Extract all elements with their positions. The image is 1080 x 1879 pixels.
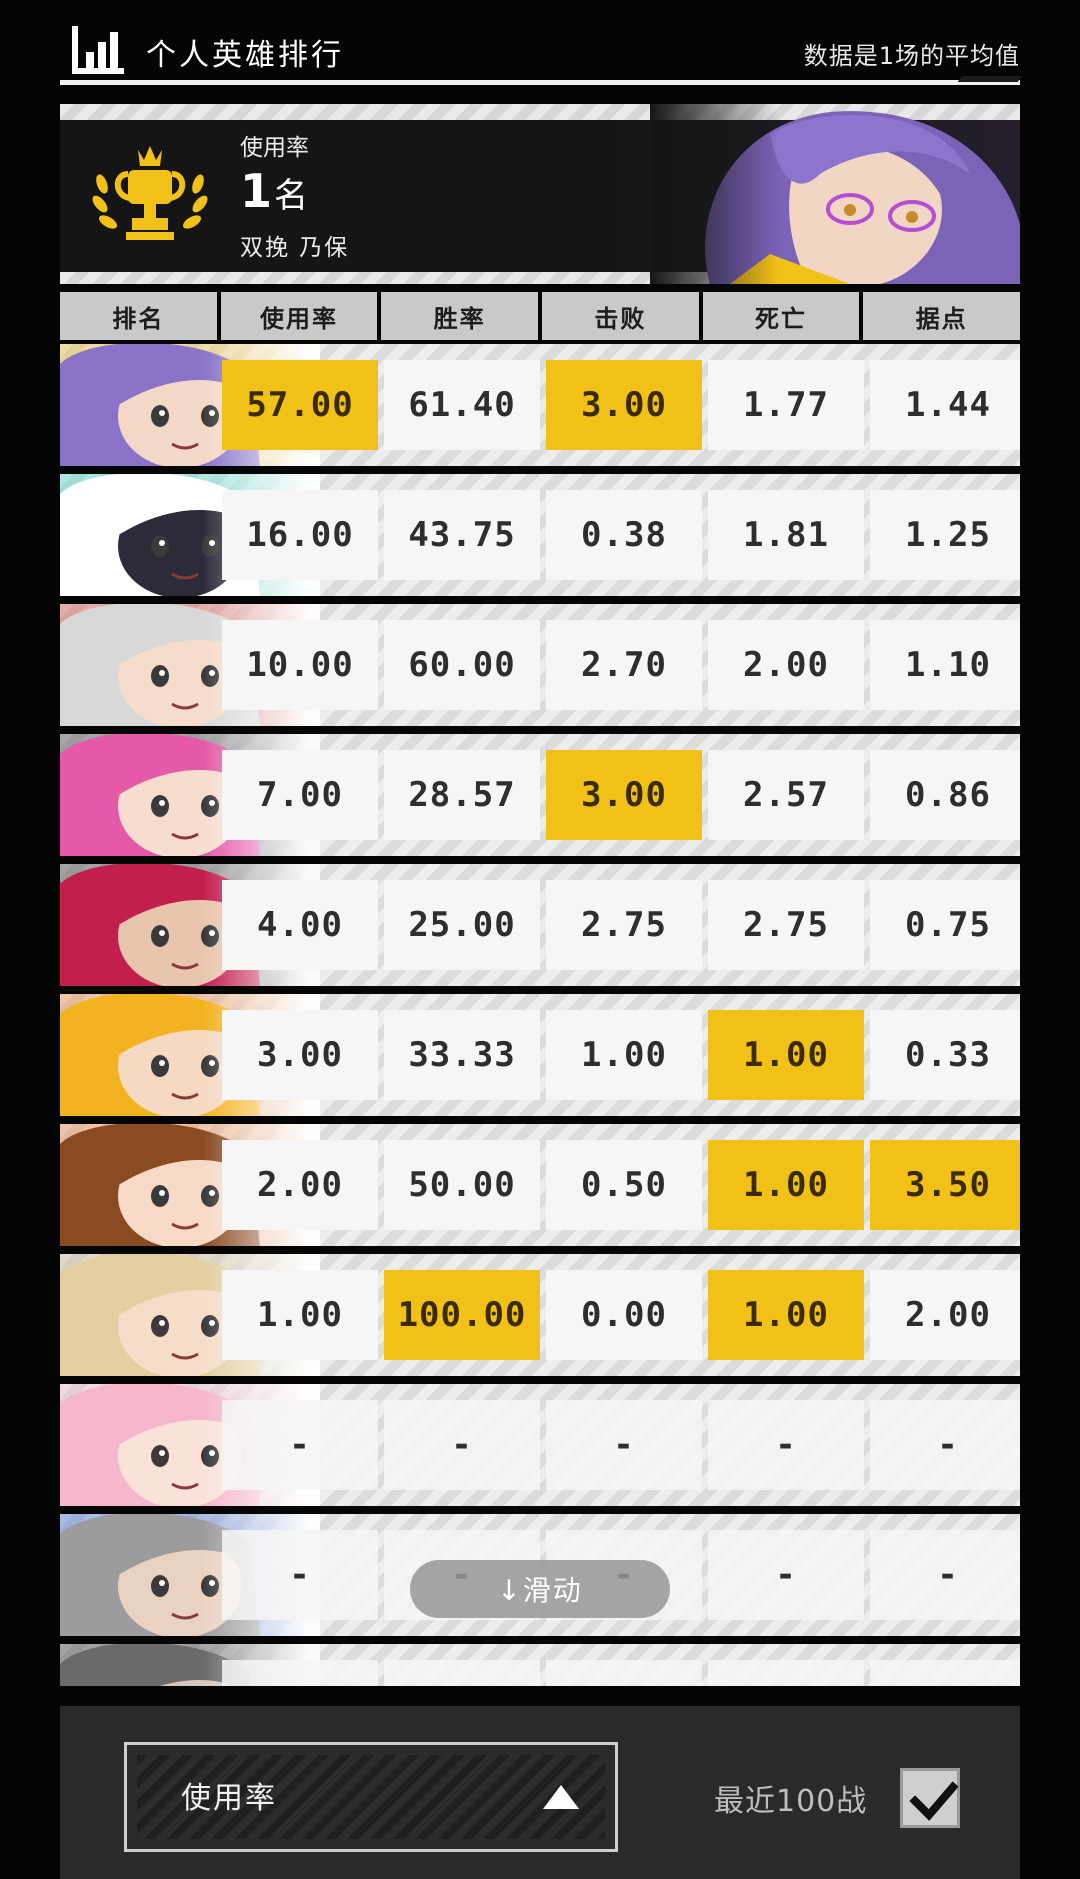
recent-battles-label: 最近100战 bbox=[714, 1784, 868, 1819]
stat-cell-points: 0.86 bbox=[870, 750, 1020, 840]
stat-cell-kills: 0.38 bbox=[546, 490, 702, 580]
page-header: 个人英雄排行 数据是1场的平均值 bbox=[60, 18, 1023, 88]
top-hero-banner: 使用率 1名 双挽 乃保 bbox=[60, 104, 1020, 284]
table-row[interactable] bbox=[60, 1644, 1020, 1686]
sort-by-value: 使用率 bbox=[181, 1781, 277, 1816]
table-row[interactable]: 16.00 43.75 0.38 1.81 1.25 bbox=[60, 474, 1020, 596]
stat-cell-kills: 2.70 bbox=[546, 620, 702, 710]
column-header-deaths[interactable]: 死亡 bbox=[702, 292, 860, 340]
banner-rank: 1名 bbox=[240, 164, 308, 218]
stat-cell-deaths: 1.00 bbox=[708, 1010, 864, 1100]
stat-cell-deaths: 1.77 bbox=[708, 360, 864, 450]
stat-cell-usage: 2.00 bbox=[222, 1140, 378, 1230]
column-header-winrate[interactable]: 胜率 bbox=[381, 292, 539, 340]
column-header-kills[interactable]: 击败 bbox=[542, 292, 699, 340]
stat-cell-kills: 0.00 bbox=[546, 1270, 702, 1360]
triangle-up-icon bbox=[543, 1785, 579, 1809]
table-row[interactable]: 1.00 100.00 0.00 1.00 2.00 bbox=[60, 1254, 1020, 1376]
rank-number: 1 bbox=[240, 164, 273, 218]
hero-ranking-list[interactable]: 57.00 61.40 3.00 1.77 1.44 16.00 43.75 0.38 1.81… bbox=[60, 344, 1020, 1686]
stat-cell-usage: - bbox=[222, 1400, 378, 1490]
stat-cell-points: 1.25 bbox=[870, 490, 1020, 580]
stat-cell-winrate: - bbox=[384, 1400, 540, 1490]
stat-cell-deaths: - bbox=[708, 1400, 864, 1490]
stat-cell-deaths bbox=[708, 1660, 864, 1686]
stat-cell-deaths: - bbox=[708, 1530, 864, 1620]
table-row[interactable]: 4.00 25.00 2.75 2.75 0.75 bbox=[60, 864, 1020, 986]
header-divider bbox=[60, 80, 1020, 85]
stat-cell-points: - bbox=[870, 1530, 1020, 1620]
banner-hero-name: 双挽 乃保 bbox=[240, 235, 350, 261]
header-divider-accent bbox=[957, 76, 1023, 82]
table-row[interactable]: 10.00 60.00 2.70 2.00 1.10 bbox=[60, 604, 1020, 726]
stat-cell-kills bbox=[546, 1660, 702, 1686]
stat-cell-usage: - bbox=[222, 1530, 378, 1620]
stat-cell-usage: 1.00 bbox=[222, 1270, 378, 1360]
data-note: 数据是1场的平均值 bbox=[803, 42, 1020, 70]
stat-cell-kills: 2.75 bbox=[546, 880, 702, 970]
stat-cell-winrate bbox=[384, 1660, 540, 1686]
bar-chart-icon bbox=[72, 26, 124, 74]
stat-cell-usage: 3.00 bbox=[222, 1010, 378, 1100]
column-header-points[interactable]: 据点 bbox=[863, 292, 1021, 340]
stat-cell-winrate: 25.00 bbox=[384, 880, 540, 970]
stat-cell-winrate: 100.00 bbox=[384, 1270, 540, 1360]
column-header-rank[interactable]: 排名 bbox=[60, 292, 217, 340]
stat-cell-usage: 4.00 bbox=[222, 880, 378, 970]
stat-cell-points: 0.33 bbox=[870, 1010, 1020, 1100]
stat-cell-points: 3.50 bbox=[870, 1140, 1020, 1230]
stat-cell-deaths: 1.81 bbox=[708, 490, 864, 580]
stat-cell-winrate: 50.00 bbox=[384, 1140, 540, 1230]
trophy-icon bbox=[92, 146, 208, 240]
sort-by-dropdown[interactable]: 使用率 bbox=[124, 1742, 618, 1852]
stat-cell-winrate: 43.75 bbox=[384, 490, 540, 580]
stat-cell-points: 1.10 bbox=[870, 620, 1020, 710]
table-row[interactable]: 7.00 28.57 3.00 2.57 0.86 bbox=[60, 734, 1020, 856]
stat-cell-kills: 0.50 bbox=[546, 1140, 702, 1230]
table-row[interactable]: 2.00 50.00 0.50 1.00 3.50 bbox=[60, 1124, 1020, 1246]
stat-cell-deaths: 2.00 bbox=[708, 620, 864, 710]
table-row[interactable]: 57.00 61.40 3.00 1.77 1.44 bbox=[60, 344, 1020, 466]
stat-cell-deaths: 2.57 bbox=[708, 750, 864, 840]
column-header-usage[interactable]: 使用率 bbox=[220, 292, 378, 340]
stat-cell-winrate: 61.40 bbox=[384, 360, 540, 450]
stat-cell-kills: 3.00 bbox=[546, 750, 702, 840]
banner-stat-label: 使用率 bbox=[240, 135, 309, 161]
stat-cell-usage: 16.00 bbox=[222, 490, 378, 580]
stat-cell-usage: 10.00 bbox=[222, 620, 378, 710]
page-title: 个人英雄排行 bbox=[146, 38, 344, 73]
stat-cell-points: 0.75 bbox=[870, 880, 1020, 970]
footer-panel: 使用率 最近100战 bbox=[60, 1706, 1020, 1879]
stat-cell-deaths: 1.00 bbox=[708, 1270, 864, 1360]
stat-cell-points bbox=[870, 1660, 1020, 1686]
stat-cell-usage bbox=[222, 1660, 378, 1686]
rank-suffix: 名 bbox=[274, 176, 309, 216]
stat-cell-points: 1.44 bbox=[870, 360, 1020, 450]
stat-cell-kills: 3.00 bbox=[546, 360, 702, 450]
stat-cell-points: 2.00 bbox=[870, 1270, 1020, 1360]
hero-portrait-image bbox=[650, 104, 1020, 284]
stat-cell-usage: 57.00 bbox=[222, 360, 378, 450]
table-row[interactable]: 3.00 33.33 1.00 1.00 0.33 bbox=[60, 994, 1020, 1116]
recent-battles-checkbox[interactable] bbox=[900, 1768, 960, 1828]
stat-cell-points: - bbox=[870, 1400, 1020, 1490]
scroll-hint: ↓滑动 bbox=[410, 1560, 670, 1618]
stat-cell-usage: 7.00 bbox=[222, 750, 378, 840]
table-header: 排名 使用率 胜率 击败 死亡 据点 bbox=[60, 292, 1021, 340]
stat-cell-winrate: 60.00 bbox=[384, 620, 540, 710]
table-row[interactable]: ----- bbox=[60, 1384, 1020, 1506]
stat-cell-deaths: 2.75 bbox=[708, 880, 864, 970]
checkmark-icon bbox=[909, 1781, 959, 1821]
stat-cell-kills: - bbox=[546, 1400, 702, 1490]
stat-cell-winrate: 28.57 bbox=[384, 750, 540, 840]
stat-cell-deaths: 1.00 bbox=[708, 1140, 864, 1230]
stat-cell-kills: 1.00 bbox=[546, 1010, 702, 1100]
stat-cell-winrate: 33.33 bbox=[384, 1010, 540, 1100]
